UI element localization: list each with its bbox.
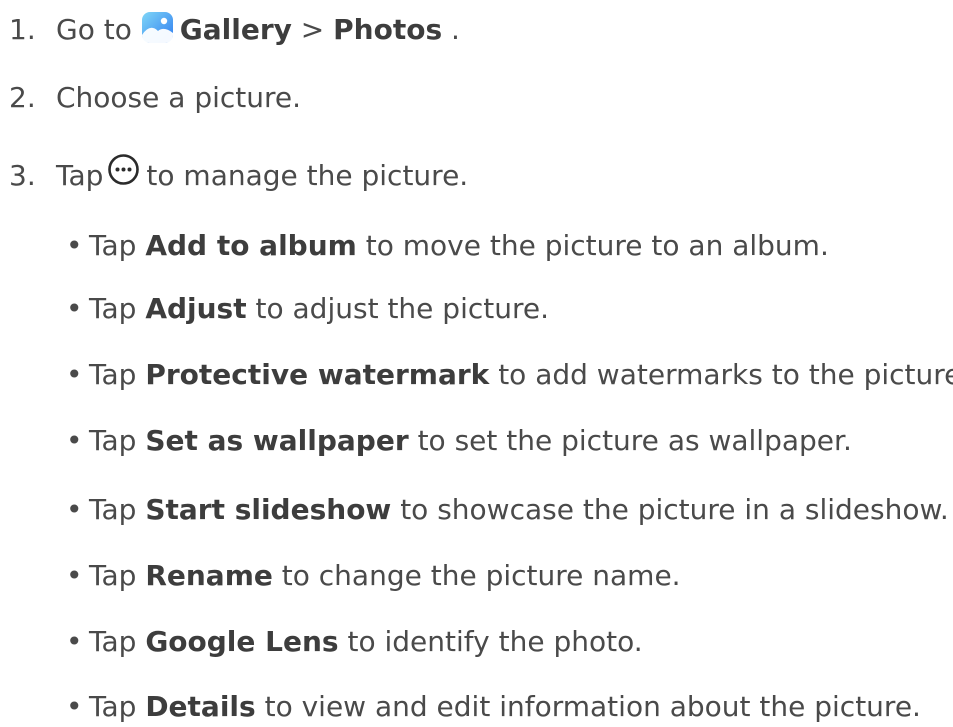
option-prefix: Tap (89, 493, 137, 526)
option-name: Protective watermark (145, 358, 490, 391)
option-prefix: Tap (89, 625, 137, 658)
option-description: to showcase the picture in a slideshow. (400, 493, 949, 526)
gallery-label: Gallery (179, 13, 292, 46)
option-start-slideshow: • Tap Start slideshow to showcase the pic… (62, 490, 949, 530)
option-add-to-album: • Tap Add to album to move the picture to… (62, 226, 829, 266)
step-3: 3. Tap to manage the picture. (0, 153, 468, 193)
option-name: Add to album (145, 229, 357, 262)
step-number: 3. (9, 159, 36, 192)
step-text: Choose a picture. (56, 81, 302, 114)
option-prefix: Tap (89, 690, 137, 723)
bullet: • (66, 292, 83, 325)
option-prefix: Tap (89, 292, 137, 325)
photos-label: Photos (333, 13, 443, 46)
option-prefix: Tap (89, 424, 137, 457)
bullet: • (66, 625, 83, 658)
option-description: to change the picture name. (281, 559, 681, 592)
bullet: • (66, 559, 83, 592)
step-number: 1. (9, 13, 36, 46)
option-name: Rename (145, 559, 273, 592)
step-1: 1. Go to Gallery > Photos . (0, 10, 460, 50)
step-text-prefix: Tap (56, 159, 104, 192)
bullet: • (66, 493, 83, 526)
option-protective-watermark: • Tap Protective watermark to add waterma… (62, 355, 953, 395)
option-rename: • Tap Rename to change the picture name. (62, 556, 681, 596)
option-description: to adjust the picture. (255, 292, 549, 325)
step-2: 2. Choose a picture. (0, 78, 301, 118)
option-description: to identify the photo. (347, 625, 643, 658)
step-text-suffix: to manage the picture. (146, 159, 469, 192)
step-text-prefix: Go to (56, 13, 132, 46)
option-description: to view and edit information about the p… (264, 690, 921, 723)
option-prefix: Tap (89, 358, 137, 391)
breadcrumb-separator: > (300, 13, 325, 46)
option-name: Start slideshow (145, 493, 392, 526)
step-number: 2. (9, 81, 36, 114)
gallery-app-icon (141, 11, 174, 44)
step-text-suffix: . (451, 13, 460, 46)
option-description: to set the picture as wallpaper. (417, 424, 852, 457)
option-set-as-wallpaper: • Tap Set as wallpaper to set the picture… (62, 421, 852, 461)
option-google-lens: • Tap Google Lens to identify the photo. (62, 622, 643, 662)
bullet: • (66, 358, 83, 391)
option-name: Details (145, 690, 256, 723)
option-prefix: Tap (89, 559, 137, 592)
option-description: to add watermarks to the picture. (498, 358, 953, 391)
option-name: Google Lens (145, 625, 339, 658)
option-description: to move the picture to an album. (365, 229, 829, 262)
bullet: • (66, 229, 83, 262)
option-prefix: Tap (89, 229, 137, 262)
option-details: • Tap Details to view and edit informatio… (62, 687, 921, 727)
option-adjust: • Tap Adjust to adjust the picture. (62, 289, 549, 329)
option-name: Set as wallpaper (145, 424, 409, 457)
bullet: • (66, 424, 83, 457)
more-options-icon (107, 153, 140, 186)
bullet: • (66, 690, 83, 723)
option-name: Adjust (145, 292, 247, 325)
